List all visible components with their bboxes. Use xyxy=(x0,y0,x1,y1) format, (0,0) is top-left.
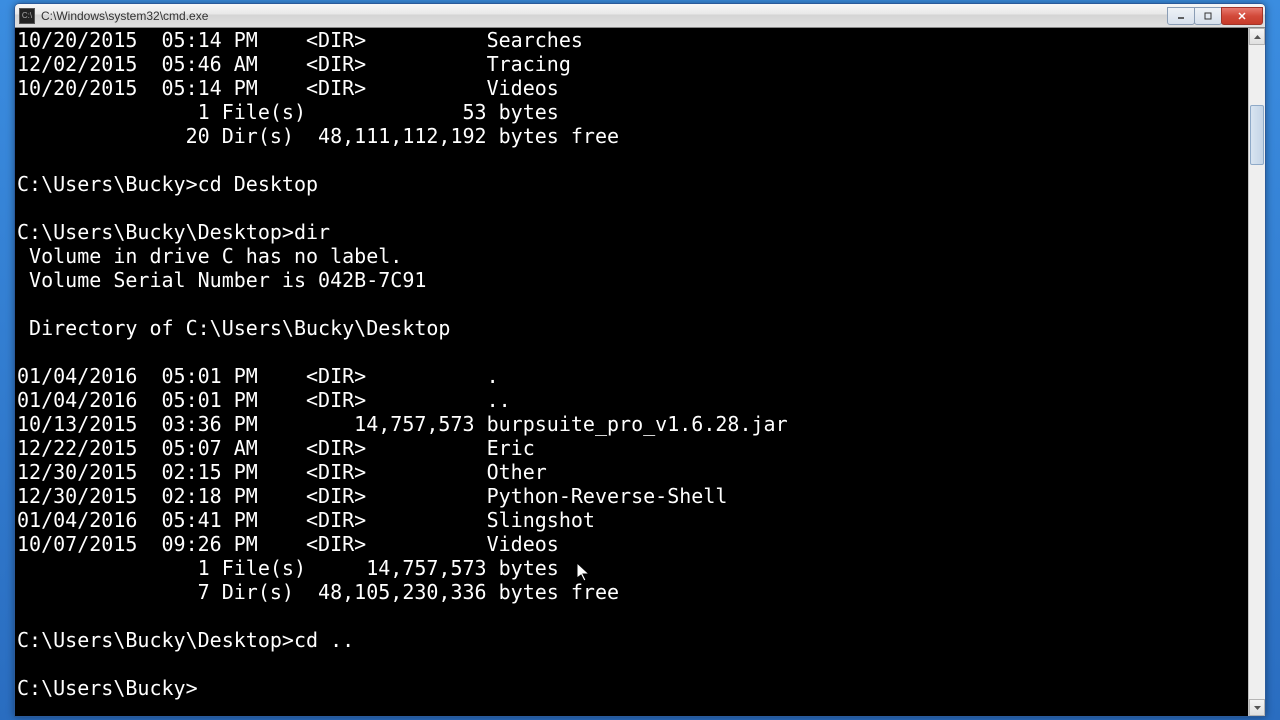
console-output[interactable]: 10/20/2015 05:14 PM <DIR> Searches 12/02… xyxy=(15,28,1248,716)
console-line: 12/30/2015 02:18 PM <DIR> Python-Reverse… xyxy=(17,484,727,508)
console-line: 10/20/2015 05:14 PM <DIR> Searches xyxy=(17,28,583,52)
console-line: 7 Dir(s) 48,105,230,336 bytes free xyxy=(17,580,619,604)
scroll-down-button[interactable] xyxy=(1249,699,1265,716)
vertical-scrollbar[interactable] xyxy=(1248,28,1265,716)
console-line: C:\Users\Bucky>cd Desktop xyxy=(17,172,318,196)
maximize-button[interactable] xyxy=(1194,7,1222,25)
scrollbar-track[interactable] xyxy=(1249,45,1265,699)
window-title: C:\Windows\system32\cmd.exe xyxy=(41,9,1168,23)
console-line: Volume Serial Number is 042B-7C91 xyxy=(17,268,426,292)
minimize-button[interactable] xyxy=(1167,7,1195,25)
console-line: 01/04/2016 05:01 PM <DIR> .. xyxy=(17,388,511,412)
console-line: Directory of C:\Users\Bucky\Desktop xyxy=(17,316,450,340)
console-line: 12/30/2015 02:15 PM <DIR> Other xyxy=(17,460,547,484)
console-line: 01/04/2016 05:41 PM <DIR> Slingshot xyxy=(17,508,595,532)
console-line: Volume in drive C has no label. xyxy=(17,244,402,268)
scroll-up-button[interactable] xyxy=(1249,28,1265,45)
titlebar[interactable]: C:\ C:\Windows\system32\cmd.exe xyxy=(15,4,1265,28)
console-line: C:\Users\Bucky\Desktop>cd .. xyxy=(17,628,354,652)
cmd-window: C:\ C:\Windows\system32\cmd.exe 10/20/20… xyxy=(14,3,1266,717)
console-line: 12/22/2015 05:07 AM <DIR> Eric xyxy=(17,436,535,460)
scrollbar-thumb[interactable] xyxy=(1250,105,1264,165)
cmd-icon: C:\ xyxy=(19,8,35,24)
console-line: 1 File(s) 14,757,573 bytes xyxy=(17,556,559,580)
console-line: 1 File(s) 53 bytes xyxy=(17,100,559,124)
console-line: 12/02/2015 05:46 AM <DIR> Tracing xyxy=(17,52,571,76)
console-line: C:\Users\Bucky\Desktop>dir xyxy=(17,220,330,244)
console-line: 10/20/2015 05:14 PM <DIR> Videos xyxy=(17,76,559,100)
console-line: 10/13/2015 03:36 PM 14,757,573 burpsuite… xyxy=(17,412,788,436)
close-button[interactable] xyxy=(1221,7,1263,25)
console-line: 01/04/2016 05:01 PM <DIR> . xyxy=(17,364,499,388)
console-line: 20 Dir(s) 48,111,112,192 bytes free xyxy=(17,124,619,148)
console-line: 10/07/2015 09:26 PM <DIR> Videos xyxy=(17,532,559,556)
window-controls xyxy=(1168,7,1263,25)
console-area: 10/20/2015 05:14 PM <DIR> Searches 12/02… xyxy=(15,28,1265,716)
prompt-line[interactable]: C:\Users\Bucky> xyxy=(17,676,198,700)
